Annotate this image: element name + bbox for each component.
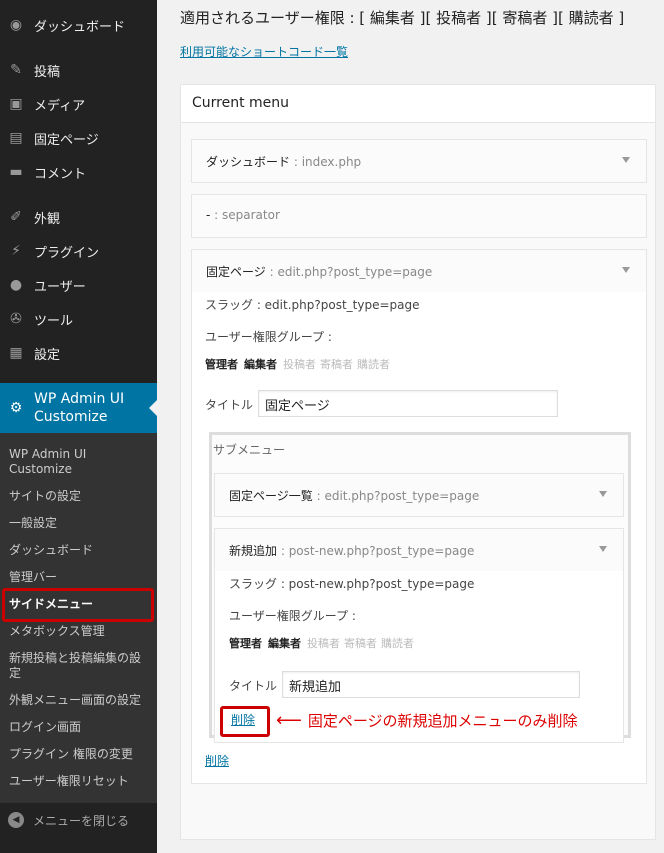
- sidebar-item-settings[interactable]: ▦ 設定: [0, 336, 157, 370]
- submenu-item-site-settings[interactable]: サイトの設定: [9, 489, 154, 504]
- role-subscriber[interactable]: 購読者: [381, 637, 414, 650]
- submenu-item-appearance-menu[interactable]: 外観メニュー画面の設定: [9, 693, 154, 708]
- dashboard-icon: ◉: [9, 17, 23, 33]
- title-label: タイトル :: [205, 398, 261, 412]
- page-title: 適用されるユーザー権限 : [ 編集者 ][ 投稿者 ][ 寄稿者 ][ 購読者…: [180, 9, 625, 27]
- arrow-left-icon: ⟵: [276, 710, 302, 731]
- media-icon: ▣: [9, 96, 23, 112]
- submenu-item-general[interactable]: 一般設定: [9, 516, 154, 531]
- role-author[interactable]: 投稿者: [283, 358, 316, 371]
- comment-icon: ▬: [9, 164, 23, 180]
- highlight-box-delete: [220, 706, 270, 737]
- submenu-item-role-reset[interactable]: ユーザー権限リセット: [9, 774, 154, 789]
- role-contributor[interactable]: 寄稿者: [320, 358, 353, 371]
- submenu-row-header[interactable]: 新規追加 : post-new.php?post_type=page: [215, 529, 623, 571]
- appearance-icon: ✐: [10, 209, 22, 225]
- gear-icon: ⚙: [9, 400, 23, 416]
- menu-row-header[interactable]: - : separator: [192, 195, 646, 237]
- role-contributor[interactable]: 寄稿者: [344, 637, 377, 650]
- role-subscriber[interactable]: 購読者: [357, 358, 390, 371]
- submenu-item-post-edit-settings[interactable]: 新規投稿と投稿編集の設定: [9, 651, 144, 681]
- sidebar-item-pages[interactable]: ▤ 固定ページ: [0, 121, 157, 155]
- chevron-down-icon[interactable]: [599, 546, 607, 552]
- submenu-item-plugin-caps[interactable]: プラグイン 権限の変更: [9, 747, 154, 762]
- page-icon: ▤: [9, 130, 23, 146]
- title-input[interactable]: 固定ページ: [258, 390, 558, 417]
- plugin-icon: ⚡: [11, 243, 21, 259]
- submenu-title: サブメニュー: [213, 443, 286, 457]
- role-admin[interactable]: 管理者: [229, 637, 262, 650]
- submenu-item-login[interactable]: ログイン画面: [9, 720, 154, 735]
- collapse-menu-button[interactable]: ◀ メニューを閉じる: [0, 803, 157, 837]
- sub-slug-text: スラッグ : post-new.php?post_type=page: [229, 577, 475, 591]
- sidebar-item-wp-admin-ui-customize[interactable]: ⚙ WP Admin UI Customize: [0, 383, 157, 433]
- active-label-line1: WP Admin UI: [34, 391, 125, 407]
- delete-link[interactable]: 削除: [205, 752, 229, 769]
- annotation: ⟵ 固定ページの新規追加メニューのみ削除: [276, 710, 578, 731]
- menu-row-dashboard: ダッシュボード : index.php: [191, 139, 647, 183]
- settings-icon: ▦: [9, 345, 23, 361]
- active-label-line2: Customize: [34, 409, 108, 425]
- sidebar-item-plugins[interactable]: ⚡ プラグイン: [0, 234, 157, 268]
- sub-title-label: タイトル :: [229, 679, 285, 693]
- admin-sidebar: ◉ ダッシュボード ✎ 投稿 ▣ メディア ▤ 固定ページ ▬ コメント ✐ 外観 ⚡ プラグ…: [0, 0, 157, 853]
- wrench-icon: ✇: [10, 311, 22, 327]
- submenu-item-wp-admin-ui-customize[interactable]: WP Admin UI Customize: [9, 447, 119, 477]
- menu-row-header[interactable]: 固定ページ : edit.php?post_type=page: [192, 250, 646, 292]
- chevron-down-icon[interactable]: [622, 267, 630, 273]
- role-admin[interactable]: 管理者: [205, 358, 238, 371]
- menu-row-separator: - : separator: [191, 194, 647, 238]
- sidebar-item-comments[interactable]: ▬ コメント: [0, 155, 157, 189]
- highlight-box-side-menu: [2, 588, 154, 622]
- sidebar-item-posts[interactable]: ✎ 投稿: [0, 53, 157, 87]
- role-editor[interactable]: 編集者: [244, 358, 277, 371]
- sidebar-item-tools[interactable]: ✇ ツール: [0, 302, 157, 336]
- sidebar-item-media[interactable]: ▣ メディア: [0, 87, 157, 121]
- submenu-item-metabox[interactable]: メタボックス管理: [9, 624, 154, 639]
- menu-row-pages: 固定ページ : edit.php?post_type=page スラッグ : e…: [191, 249, 647, 784]
- submenu-row-header[interactable]: 固定ページ一覧 : edit.php?post_type=page: [215, 474, 623, 516]
- shortcode-list-link[interactable]: 利用可能なショートコード一覧: [180, 43, 348, 60]
- role-group: 管理者 編集者 投稿者 寄稿者 購読者: [205, 356, 394, 372]
- slug-text: スラッグ : edit.php?post_type=page: [205, 298, 420, 312]
- submenu-item-admin-bar[interactable]: 管理バー: [9, 570, 154, 585]
- role-editor[interactable]: 編集者: [268, 637, 301, 650]
- chevron-down-icon[interactable]: [622, 157, 630, 163]
- sidebar-item-dashboard[interactable]: ◉ ダッシュボード: [0, 8, 157, 42]
- role-author[interactable]: 投稿者: [307, 637, 340, 650]
- submenu-container: サブメニュー 固定ページ一覧 : edit.php?post_type=page…: [209, 432, 631, 743]
- submenu-row-page-list: 固定ページ一覧 : edit.php?post_type=page: [214, 473, 624, 517]
- box-title: Current menu: [181, 85, 655, 123]
- chevron-down-icon[interactable]: [599, 491, 607, 497]
- sub-role-group-label: ユーザー権限グループ :: [229, 609, 356, 623]
- sub-role-group: 管理者 編集者 投稿者 寄稿者 購読者: [229, 635, 418, 651]
- collapse-arrow-icon: ◀: [8, 812, 24, 828]
- role-group-label: ユーザー権限グループ :: [205, 330, 332, 344]
- sidebar-item-users[interactable]: ● ユーザー: [0, 268, 157, 302]
- sidebar-item-appearance[interactable]: ✐ 外観: [0, 200, 157, 234]
- menu-row-header[interactable]: ダッシュボード : index.php: [192, 140, 646, 182]
- user-icon: ●: [9, 277, 23, 293]
- submenu-item-dashboard[interactable]: ダッシュボード: [9, 543, 154, 558]
- sub-title-input[interactable]: 新規追加: [282, 671, 580, 698]
- pin-icon: ✎: [10, 62, 22, 78]
